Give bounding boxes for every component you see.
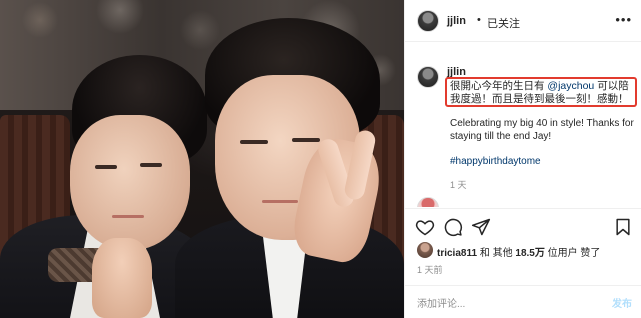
likes-text: tricia811 和 其他 18.5万 位用户 赞了	[437, 244, 600, 259]
bookmark-icon[interactable]	[613, 217, 633, 237]
post-details-panel: jjlin • 已关注 ••• jjlin 很開心今年的生日有 @jaychou…	[404, 0, 641, 318]
person-left-mouth	[112, 215, 144, 218]
person-left-eye	[95, 165, 117, 169]
liker-username[interactable]: tricia811	[437, 248, 477, 259]
likes-middle: 和 其他	[479, 248, 516, 259]
likes-summary: tricia811 和 其他 18.5万 位用户 赞了	[417, 242, 639, 260]
post-comment-button[interactable]: 发布	[612, 295, 632, 310]
person-left-face	[70, 115, 190, 250]
likes-count[interactable]: 18.5万	[515, 248, 544, 259]
hashtag-link[interactable]: #happybirthdaytome	[450, 156, 541, 167]
mention-link[interactable]: @jaychou	[547, 80, 594, 92]
separator-dot: •	[477, 14, 481, 26]
paper-plane-icon[interactable]	[471, 217, 491, 237]
person-left-hand	[92, 238, 152, 318]
header-username[interactable]: jjlin	[447, 15, 466, 27]
follow-status-button[interactable]: 已关注	[487, 15, 520, 31]
comment-form: 添加评论... 发布	[405, 285, 641, 318]
comment-icon[interactable]	[443, 217, 463, 237]
caption-cn-part1: 很開心今年的生日有	[450, 80, 548, 92]
heart-icon[interactable]	[415, 217, 435, 237]
next-comment-avatar[interactable]	[417, 197, 439, 207]
more-horizontal-icon[interactable]: •••	[615, 12, 632, 27]
liker-avatar[interactable]	[417, 242, 433, 258]
action-bar	[405, 212, 641, 242]
post-header: jjlin • 已关注 •••	[405, 0, 641, 42]
likes-suffix: 位用户 赞了	[544, 248, 601, 259]
post-timestamp[interactable]: 1 天前	[417, 263, 443, 276]
caption-avatar[interactable]	[417, 66, 439, 88]
person-right-mouth	[262, 200, 298, 203]
person-left-eye	[140, 163, 162, 167]
person-right-eye	[292, 138, 320, 142]
person-right-eye	[240, 140, 268, 144]
caption-timestamp: 1 天	[450, 180, 467, 190]
caption-english-text: Celebrating my big 40 in style! Thanks f…	[450, 118, 634, 142]
avatar	[417, 197, 439, 207]
post-photo[interactable]	[0, 0, 404, 318]
caption-chinese-text: 很開心今年的生日有 @jaychou 可以陪我度過！而且是待到最後一刻！感動！	[450, 80, 636, 106]
comment-input[interactable]: 添加评论...	[417, 295, 465, 310]
divider	[405, 208, 641, 209]
avatar[interactable]	[417, 10, 439, 32]
